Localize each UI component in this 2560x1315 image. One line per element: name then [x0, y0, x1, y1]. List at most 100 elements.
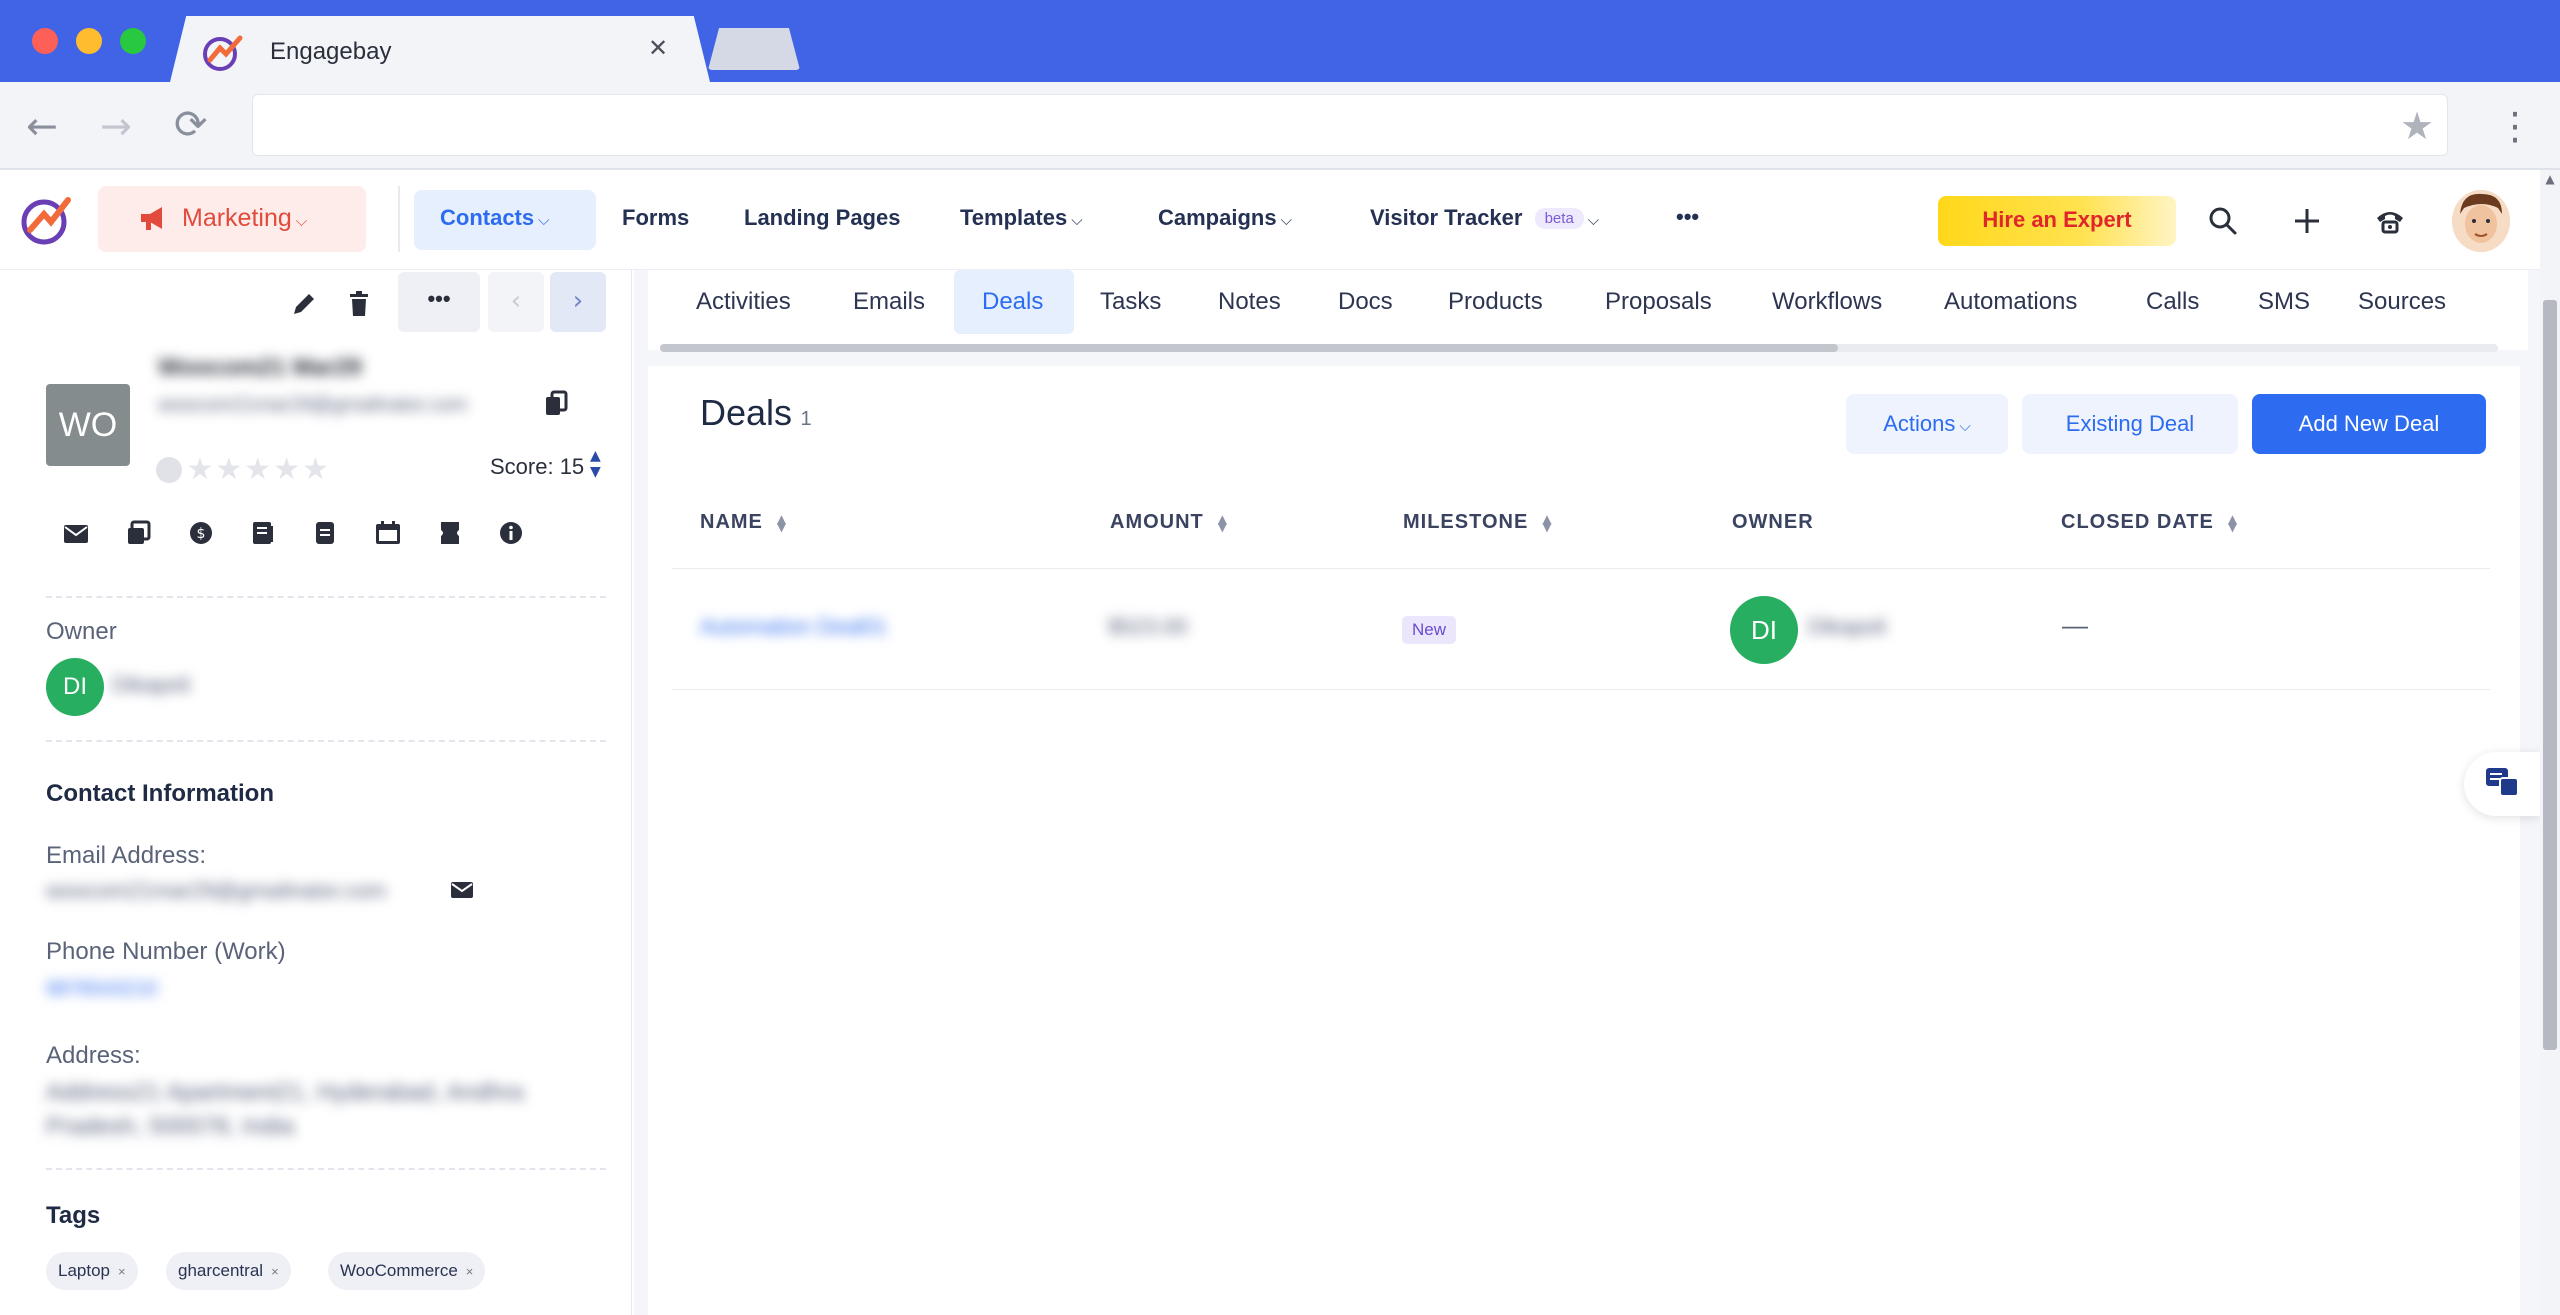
col-amount[interactable]: AMOUNT ▲ ▼: [1110, 511, 1228, 534]
ticket-icon[interactable]: [438, 520, 462, 546]
sort-icon[interactable]: ▲ ▼: [2228, 513, 2238, 533]
forward-arrow-icon[interactable]: →: [100, 104, 132, 148]
mail-icon[interactable]: [62, 522, 90, 546]
nav-visitor-tracker[interactable]: Visitor Tracker beta ⌵: [1370, 205, 1599, 231]
add-new-deal-button[interactable]: Add New Deal: [2252, 394, 2486, 454]
tab-close-icon[interactable]: ✕: [648, 34, 668, 62]
add-task-icon[interactable]: [126, 520, 152, 546]
clear-rating-icon[interactable]: [156, 456, 182, 483]
tab-sms[interactable]: SMS: [2258, 288, 2310, 316]
delete-trash-icon[interactable]: [346, 290, 372, 318]
star-rating[interactable]: ★★★★★: [156, 452, 352, 487]
contact-info-title: Contact Information: [46, 780, 274, 807]
score-stepper[interactable]: ▲ ▼: [590, 448, 601, 480]
tab-docs[interactable]: Docs: [1338, 288, 1393, 316]
section-divider: [46, 1168, 606, 1170]
page-scrollbar-thumb[interactable]: [2543, 300, 2557, 1050]
score-label: Score: 15: [490, 454, 585, 479]
scroll-up-arrow-icon[interactable]: ▲: [2540, 172, 2560, 186]
megaphone-icon: [138, 204, 168, 232]
reload-icon[interactable]: ⟳: [174, 102, 208, 148]
remove-tag-icon[interactable]: ×: [118, 1264, 126, 1279]
remove-tag-icon[interactable]: ×: [271, 1264, 279, 1279]
tab-sources[interactable]: Sources: [2358, 288, 2446, 316]
email-value[interactable]: woocom21mar29@gmailnator.com: [46, 878, 438, 904]
deal-owner-name: Dikapoli: [1808, 614, 1887, 639]
tab-activities[interactable]: Activities: [696, 288, 791, 316]
next-contact-button[interactable]: ›: [550, 272, 606, 332]
document-icon[interactable]: [314, 520, 336, 546]
window-maximize-dot[interactable]: [120, 28, 146, 54]
tag-chip[interactable]: gharcentral ×: [166, 1252, 291, 1290]
existing-deal-button[interactable]: Existing Deal: [2022, 394, 2238, 454]
window-minimize-dot[interactable]: [76, 28, 102, 54]
more-nav-icon[interactable]: •••: [1676, 204, 1699, 230]
tab-proposals[interactable]: Proposals: [1605, 288, 1712, 316]
phone-icon[interactable]: [2374, 206, 2406, 236]
phone-value[interactable]: 9876543210: [46, 978, 157, 1001]
tab-calls[interactable]: Calls: [2146, 288, 2199, 316]
col-name[interactable]: NAME ▲ ▼: [700, 511, 787, 534]
send-email-icon[interactable]: [450, 880, 474, 900]
sort-icon[interactable]: ▲ ▼: [1542, 513, 1552, 533]
sort-icon[interactable]: ▲ ▼: [1218, 513, 1228, 533]
nav-templates[interactable]: Templates ⌵: [960, 205, 1083, 231]
actions-dropdown[interactable]: Actions ⌵: [1846, 394, 2008, 454]
tab-scrollbar-thumb[interactable]: [660, 344, 1838, 352]
table-row[interactable]: [672, 569, 2490, 689]
tab-title: Engagebay: [270, 38, 392, 65]
deal-amount: $523.00: [1108, 614, 1188, 639]
remove-tag-icon[interactable]: ×: [466, 1264, 474, 1279]
browser-menu-icon[interactable]: ⋮: [2496, 104, 2534, 148]
tag-chip[interactable]: WooCommerce ×: [328, 1252, 486, 1290]
tab-tasks[interactable]: Tasks: [1100, 288, 1161, 316]
deal-dollar-icon[interactable]: $: [188, 520, 214, 546]
nav-contacts[interactable]: Contacts ⌵: [440, 205, 550, 231]
contact-initials-avatar: WO: [46, 384, 130, 466]
bookmark-star-icon[interactable]: ★: [2400, 104, 2434, 148]
search-icon[interactable]: [2208, 206, 2238, 236]
engagebay-logo-icon[interactable]: [18, 192, 74, 248]
contact-name: Woocom21 Mar29: [158, 354, 362, 381]
browser-tab-new[interactable]: [708, 28, 800, 70]
tag-chip[interactable]: Laptop ×: [46, 1252, 138, 1290]
owner-avatar: DI: [46, 658, 104, 716]
sort-icon[interactable]: ▲ ▼: [777, 513, 787, 533]
section-divider: [46, 740, 606, 742]
phone-label: Phone Number (Work): [46, 938, 286, 965]
edit-pencil-icon[interactable]: [290, 290, 318, 318]
col-closed-date[interactable]: CLOSED DATE ▲ ▼: [2061, 511, 2238, 534]
note-icon[interactable]: [250, 520, 276, 546]
deals-title: Deals: [700, 392, 793, 433]
tab-notes[interactable]: Notes: [1218, 288, 1281, 316]
nav-forms[interactable]: Forms: [622, 205, 689, 231]
copy-icon[interactable]: [544, 390, 568, 418]
user-avatar[interactable]: [2452, 190, 2510, 252]
plus-icon[interactable]: [2292, 206, 2322, 236]
tab-products[interactable]: Products: [1448, 288, 1543, 316]
chat-icon[interactable]: [2484, 764, 2520, 800]
tab-workflows[interactable]: Workflows: [1772, 288, 1882, 316]
address-bar[interactable]: [252, 94, 2448, 156]
nav-campaigns[interactable]: Campaigns ⌵: [1158, 205, 1292, 231]
window-close-dot[interactable]: [32, 28, 58, 54]
email-label: Email Address:: [46, 842, 207, 869]
address-value: Address21 Apartment21, Hyderabad, Andhra…: [46, 1079, 524, 1140]
col-milestone[interactable]: MILESTONE ▲ ▼: [1403, 511, 1553, 534]
calendar-icon[interactable]: [374, 520, 402, 546]
deal-name-link[interactable]: Automation Deal01: [700, 614, 887, 640]
more-actions-button[interactable]: •••: [398, 272, 480, 332]
back-arrow-icon[interactable]: ←: [26, 104, 58, 148]
deal-owner-avatar: DI: [1730, 596, 1798, 664]
info-icon[interactable]: [498, 520, 524, 546]
nav-landing-pages[interactable]: Landing Pages: [744, 205, 900, 231]
deals-heading: Deals 1: [700, 392, 812, 434]
tab-emails[interactable]: Emails: [853, 288, 925, 316]
prev-contact-button[interactable]: ‹: [488, 272, 544, 332]
tab-automations[interactable]: Automations: [1944, 288, 2077, 316]
deals-panel: [648, 366, 2520, 1315]
owner-name[interactable]: Dikapoli: [112, 672, 190, 698]
tab-deals[interactable]: Deals: [982, 288, 1043, 316]
rating-stars-icon[interactable]: ★★★★★: [186, 452, 330, 487]
browser-tab-active[interactable]: [170, 16, 710, 82]
